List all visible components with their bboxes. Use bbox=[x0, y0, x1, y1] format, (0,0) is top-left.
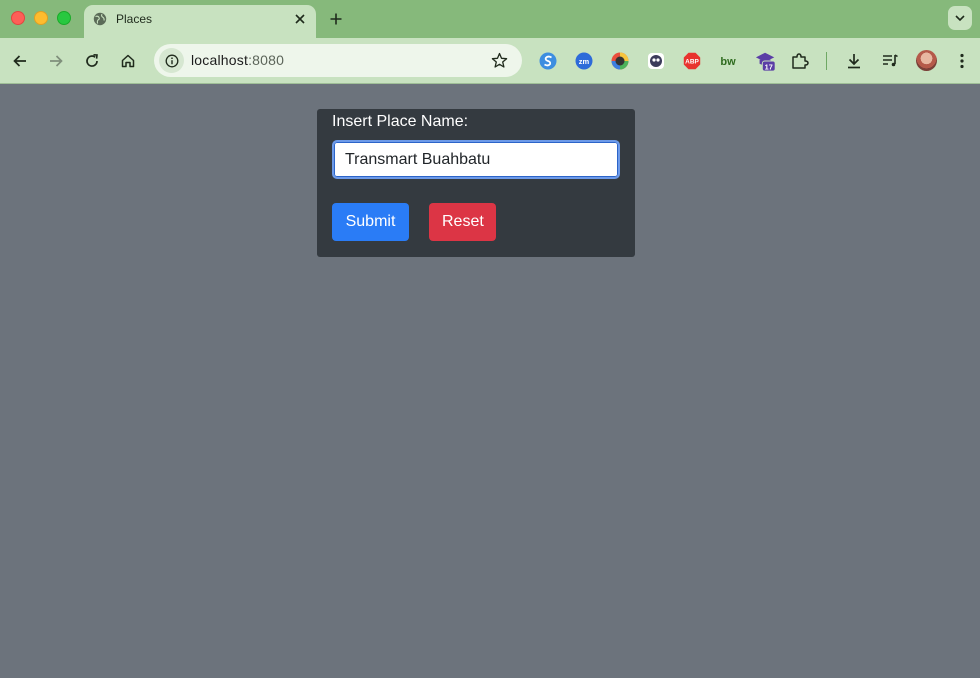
extension-badge-count: 17 bbox=[765, 62, 773, 71]
adblock-extension-label: ABP bbox=[685, 59, 699, 66]
info-icon bbox=[165, 54, 178, 67]
graduation-cap-extension-icon[interactable]: 17 bbox=[755, 50, 777, 72]
back-button[interactable] bbox=[9, 50, 31, 72]
media-queue-icon[interactable] bbox=[879, 50, 901, 72]
toolbar-separator bbox=[826, 52, 827, 70]
place-name-label: Insert Place Name: bbox=[332, 113, 469, 130]
place-name-input[interactable] bbox=[332, 140, 620, 179]
bookmark-star-icon[interactable] bbox=[491, 52, 508, 74]
zoom-extension-icon[interactable]: zm bbox=[573, 50, 595, 72]
window-close-button[interactable] bbox=[11, 11, 25, 25]
reload-button[interactable] bbox=[81, 50, 103, 72]
window-minimize-button[interactable] bbox=[34, 11, 48, 25]
s-extension-icon[interactable] bbox=[537, 50, 559, 72]
more-menu-icon[interactable] bbox=[951, 50, 973, 72]
reload-icon bbox=[86, 54, 98, 67]
address-bar[interactable]: localhost:8080 bbox=[154, 44, 522, 77]
zoom-extension-label: zm bbox=[579, 57, 590, 66]
bw-extension-label: bw bbox=[720, 56, 736, 68]
home-icon bbox=[121, 54, 135, 68]
tab-title: Places bbox=[116, 12, 153, 26]
url-text[interactable]: localhost:8080 bbox=[191, 52, 284, 68]
puzzle-extensions-icon[interactable] bbox=[789, 50, 811, 72]
forward-button[interactable] bbox=[45, 50, 67, 72]
arrow-left-icon bbox=[13, 55, 26, 67]
place-form-panel: Insert Place Name: Submit Reset bbox=[317, 109, 635, 257]
arrow-right-icon bbox=[50, 55, 63, 67]
tab-search-button[interactable] bbox=[948, 6, 972, 30]
url-port: :8080 bbox=[248, 52, 285, 68]
mascot-extension-icon[interactable] bbox=[645, 50, 667, 72]
downloads-icon[interactable] bbox=[843, 50, 865, 72]
submit-button[interactable]: Submit bbox=[332, 203, 409, 241]
tab-places[interactable]: Places bbox=[84, 5, 316, 38]
browser-toolbar: localhost:8080 zm ABP bw 17 bbox=[0, 38, 980, 84]
globe-icon bbox=[93, 12, 107, 26]
new-tab-button[interactable] bbox=[326, 9, 346, 29]
browser-titlebar: Places bbox=[0, 0, 980, 38]
profile-avatar[interactable] bbox=[916, 50, 937, 71]
reset-button[interactable]: Reset bbox=[429, 203, 496, 241]
window-maximize-button[interactable] bbox=[57, 11, 71, 25]
tab-close-icon[interactable] bbox=[292, 11, 308, 27]
color-picker-extension-icon[interactable] bbox=[609, 50, 631, 72]
home-button[interactable] bbox=[117, 50, 139, 72]
adblock-plus-extension-icon[interactable]: ABP bbox=[681, 50, 703, 72]
url-host: localhost bbox=[191, 52, 249, 68]
bw-extension-icon[interactable]: bw bbox=[717, 50, 739, 72]
site-info-button[interactable] bbox=[159, 48, 184, 73]
